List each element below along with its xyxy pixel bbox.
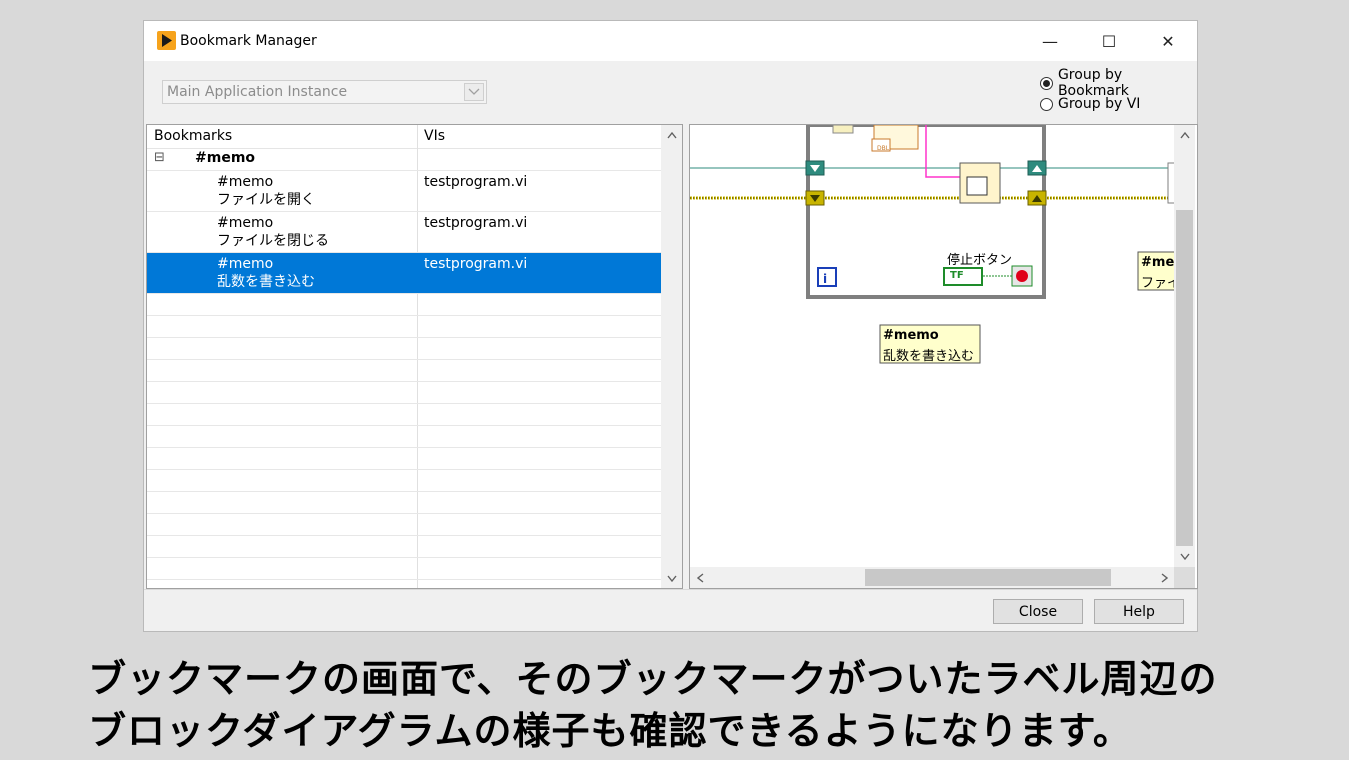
bookmark-label: 乱数を書き込む bbox=[217, 274, 315, 290]
application-instance-select[interactable]: Main Application Instance bbox=[162, 80, 487, 104]
bookmark-tag: #memo bbox=[217, 174, 274, 190]
empty-row bbox=[147, 514, 661, 536]
empty-row bbox=[147, 294, 661, 316]
empty-row bbox=[147, 426, 661, 448]
block-diagram-preview[interactable]: i DBL 停止ボタン TF #memo 乱数を書き込む #me ファイ bbox=[689, 124, 1198, 589]
empty-row bbox=[147, 316, 661, 338]
group-by-vi-label: Group by VI bbox=[1058, 96, 1141, 112]
preview-horizontal-scrollbar[interactable] bbox=[690, 567, 1174, 588]
instance-select-value: Main Application Instance bbox=[167, 84, 348, 100]
stop-button-label: 停止ボタン bbox=[947, 253, 1013, 268]
close-window-button[interactable]: ✕ bbox=[1139, 21, 1197, 61]
loop-iteration-label: i bbox=[823, 272, 828, 286]
scrollbar-corner bbox=[1174, 567, 1195, 588]
bookmark-list[interactable]: Bookmarks VIs ⊟ #memo #memo ファイルを開く test… bbox=[146, 124, 683, 589]
bookmark-tag: #memo bbox=[217, 256, 274, 272]
column-header-bookmarks[interactable]: Bookmarks bbox=[154, 128, 232, 144]
bookmark-label: ファイルを開く bbox=[217, 192, 315, 208]
scroll-left-icon[interactable] bbox=[690, 567, 710, 588]
labview-app-icon bbox=[157, 31, 176, 50]
group-row-memo[interactable]: ⊟ #memo bbox=[147, 148, 661, 171]
empty-row bbox=[147, 404, 661, 426]
column-header-vis[interactable]: VIs bbox=[424, 128, 445, 144]
comment-tag: #memo bbox=[883, 328, 939, 343]
dbl-label: DBL bbox=[877, 145, 890, 152]
tf-terminal-label: TF bbox=[950, 270, 964, 281]
bookmark-label: ファイルを閉じる bbox=[217, 233, 329, 249]
vertical-scroll-thumb[interactable] bbox=[1176, 210, 1193, 546]
close-button[interactable]: Close bbox=[993, 599, 1083, 624]
scroll-up-icon[interactable] bbox=[1174, 125, 1195, 145]
list-item-selected[interactable]: #memo 乱数を書き込む testprogram.vi bbox=[147, 253, 661, 294]
empty-row bbox=[147, 382, 661, 404]
scroll-down-icon[interactable] bbox=[661, 568, 682, 588]
radio-checked-icon[interactable] bbox=[1040, 76, 1053, 90]
list-vertical-scrollbar[interactable] bbox=[661, 125, 682, 588]
empty-row bbox=[147, 536, 661, 558]
caption-line-1: ブックマークの画面で、そのブックマークがついたラベル周辺の bbox=[88, 657, 1218, 701]
collapse-icon[interactable]: ⊟ bbox=[154, 150, 165, 165]
horizontal-scroll-thumb[interactable] bbox=[865, 569, 1111, 586]
scroll-right-icon[interactable] bbox=[1154, 567, 1174, 588]
minimize-button[interactable]: — bbox=[1021, 21, 1079, 61]
chevron-down-icon[interactable] bbox=[464, 83, 484, 101]
scroll-down-icon[interactable] bbox=[1174, 546, 1195, 566]
comment-text: 乱数を書き込む bbox=[883, 349, 975, 364]
radio-unchecked-icon[interactable] bbox=[1040, 97, 1053, 111]
bookmark-tag: #memo bbox=[217, 215, 274, 231]
vi-name: testprogram.vi bbox=[424, 215, 528, 231]
group-by-vi-radio[interactable]: Group by VI bbox=[1040, 94, 1140, 114]
empty-row bbox=[147, 448, 661, 470]
group-by-bookmark-radio[interactable]: Group by Bookmark bbox=[1040, 67, 1197, 99]
preview-vertical-scrollbar[interactable] bbox=[1174, 125, 1195, 567]
vi-name: testprogram.vi bbox=[424, 174, 528, 190]
edge-comment-text: ファイ bbox=[1141, 276, 1177, 291]
title-bar: Bookmark Manager — ☐ ✕ bbox=[144, 21, 1197, 61]
vi-name: testprogram.vi bbox=[424, 256, 528, 272]
empty-row bbox=[147, 338, 661, 360]
group-name: #memo bbox=[195, 150, 256, 166]
list-item[interactable]: #memo ファイルを開く testprogram.vi bbox=[147, 171, 661, 212]
help-button[interactable]: Help bbox=[1094, 599, 1184, 624]
empty-row bbox=[147, 360, 661, 382]
maximize-button[interactable]: ☐ bbox=[1080, 21, 1138, 61]
window-title: Bookmark Manager bbox=[180, 33, 317, 49]
bookmark-manager-window: Bookmark Manager — ☐ ✕ Main Application … bbox=[143, 20, 1198, 632]
caption-line-2: ブロックダイアグラムの様子も確認できるようになります。 bbox=[88, 709, 1132, 753]
empty-row bbox=[147, 470, 661, 492]
list-header: Bookmarks VIs bbox=[147, 125, 661, 149]
empty-row bbox=[147, 558, 661, 580]
empty-row bbox=[147, 492, 661, 514]
edge-comment-tag: #me bbox=[1141, 255, 1175, 270]
scroll-up-icon[interactable] bbox=[661, 125, 682, 145]
list-item[interactable]: #memo ファイルを閉じる testprogram.vi bbox=[147, 212, 661, 253]
